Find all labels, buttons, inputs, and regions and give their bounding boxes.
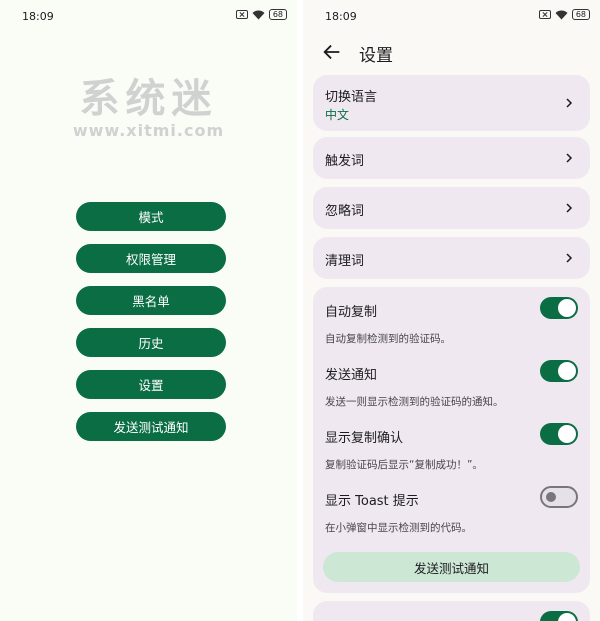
status-time: 18:09 [325,10,357,23]
switch-knob [546,492,556,502]
copy-confirm-desc: 复制验证码后显示“复制成功！”。 [325,459,483,471]
ignore-words-setting[interactable]: 忽略词 [313,187,590,229]
history-button[interactable]: 历史 [76,328,226,357]
language-label: 切换语言 [325,90,378,105]
settings-screen: 18:09 68 设置 切换语言 中文 触发词 忽略词 清理词 自动复制 自动复… [303,0,600,621]
settings-button[interactable]: 设置 [76,370,226,399]
copy-confirm-row[interactable]: 显示复制确认 复制验证码后显示“复制成功！”。 [313,413,590,476]
send-notification-desc: 发送一则显示检测到的验证码的通知。 [325,396,504,408]
switch-knob [558,299,576,317]
wifi-icon [555,10,568,19]
show-toast-row[interactable]: 显示 Toast 提示 在小弹窗中显示检测到的代码。 [313,476,590,539]
main-menu: 模式 权限管理 黑名单 历史 设置 发送测试通知 [76,202,226,454]
trigger-words-setting[interactable]: 触发词 [313,137,590,179]
auto-copy-desc: 自动复制检测到的验证码。 [325,333,451,345]
auto-copy-label: 自动复制 [325,305,378,320]
auto-copy-row[interactable]: 自动复制 自动复制检测到的验证码。 [313,287,590,350]
chevron-right-icon [566,203,573,213]
switch-knob [558,613,576,621]
chevron-right-icon [566,98,573,108]
main-screen: 18:09 68 系统迷 www.xitmi.com 模式 权限管理 黑名单 历… [0,0,297,621]
copy-options-card: 自动复制 自动复制检测到的验证码。 发送通知 发送一则显示检测到的验证码的通知。… [313,287,590,593]
status-time: 18:09 [22,10,54,23]
status-bar: 18:09 68 [303,0,600,32]
show-toast-label: 显示 Toast 提示 [325,494,419,509]
copy-confirm-switch[interactable] [540,423,578,445]
top-app-bar: 设置 [303,32,600,72]
chevron-right-icon [566,153,573,163]
no-sim-icon [235,10,248,19]
status-icons: 68 [538,9,590,20]
switch-knob [558,425,576,443]
send-test-notification-button[interactable]: 发送测试通知 [323,552,580,582]
status-bar: 18:09 68 [0,0,297,32]
wifi-icon [252,10,265,19]
send-notification-switch[interactable] [540,360,578,382]
permissions-button[interactable]: 权限管理 [76,244,226,273]
cleanup-words-label: 清理词 [325,254,365,269]
mode-button[interactable]: 模式 [76,202,226,231]
status-icons: 68 [235,9,287,20]
watermark-logo: 系统迷 www.xitmi.com [0,75,297,140]
send-notification-row[interactable]: 发送通知 发送一则显示检测到的验证码的通知。 [313,350,590,413]
ignore-words-label: 忽略词 [325,204,365,219]
watermark-text: 系统迷 [79,76,218,122]
back-arrow-icon[interactable] [321,41,343,63]
language-setting[interactable]: 切换语言 中文 [313,75,590,131]
show-toast-switch[interactable] [540,486,578,508]
auto-copy-switch[interactable] [540,297,578,319]
blacklist-button[interactable]: 黑名单 [76,286,226,315]
next-setting-card [313,601,590,621]
page-title: 设置 [359,46,393,66]
show-toast-desc: 在小弹窗中显示检测到的代码。 [325,522,472,534]
no-sim-icon [538,10,551,19]
battery-icon: 68 [571,9,590,20]
watermark-url: www.xitmi.com [72,121,225,140]
chevron-right-icon [566,253,573,263]
copy-confirm-label: 显示复制确认 [325,431,404,446]
battery-icon: 68 [268,9,287,20]
cleanup-words-setting[interactable]: 清理词 [313,237,590,279]
send-notification-label: 发送通知 [325,368,378,383]
trigger-words-label: 触发词 [325,154,365,169]
next-setting-switch[interactable] [540,611,578,621]
language-value: 中文 [325,108,350,122]
switch-knob [558,362,576,380]
send-test-notification-button[interactable]: 发送测试通知 [76,412,226,441]
